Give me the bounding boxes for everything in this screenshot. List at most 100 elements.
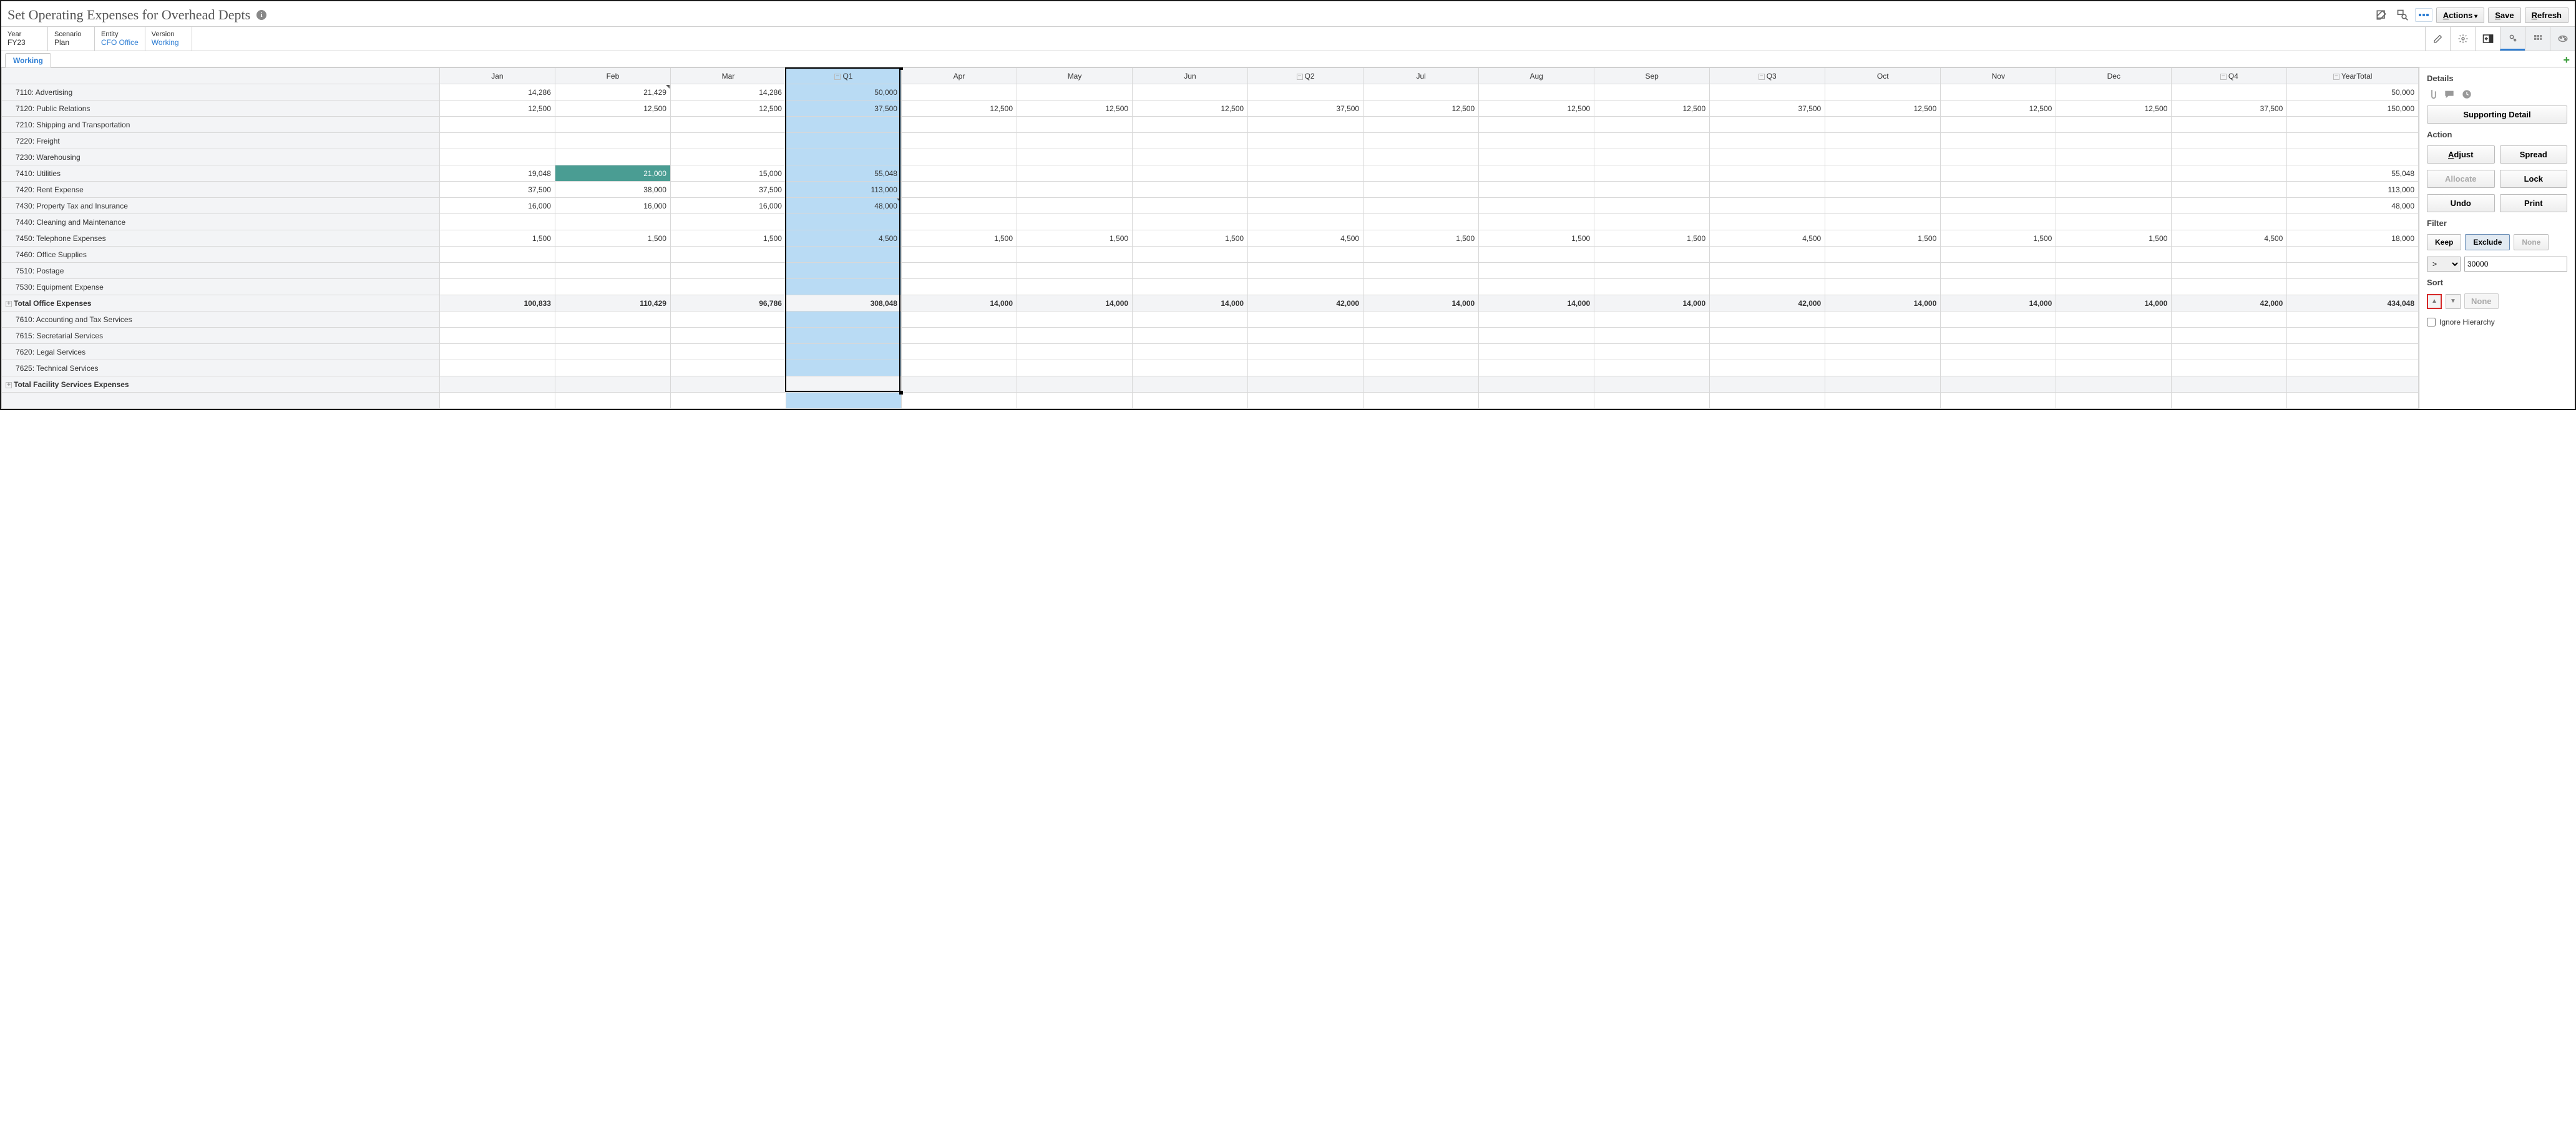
- grid-cell[interactable]: [1594, 263, 1710, 279]
- grid-cell[interactable]: [1594, 344, 1710, 360]
- grid-cell[interactable]: [2287, 311, 2419, 328]
- grid-cell[interactable]: [1710, 393, 1825, 409]
- grid-cell[interactable]: [1710, 311, 1825, 328]
- row-header[interactable]: 7510: Postage: [2, 263, 440, 279]
- grid-cell[interactable]: [1825, 360, 1941, 376]
- grid-cell[interactable]: [1825, 133, 1941, 149]
- grid-cell[interactable]: [1941, 279, 2056, 295]
- grid-cell[interactable]: [786, 344, 901, 360]
- grid-cell[interactable]: [2172, 84, 2287, 101]
- grid-cell[interactable]: 12,500: [1479, 101, 1594, 117]
- grid-cell[interactable]: 434,048: [2287, 295, 2419, 311]
- row-header[interactable]: 7420: Rent Expense: [2, 182, 440, 198]
- grid-cell[interactable]: 12,500: [1133, 101, 1248, 117]
- row-header[interactable]: 7110: Advertising: [2, 84, 440, 101]
- row-header[interactable]: 7530: Equipment Expense: [2, 279, 440, 295]
- grid-cell[interactable]: 55,048: [786, 165, 901, 182]
- grid-cell[interactable]: [1133, 328, 1248, 344]
- grid-cell[interactable]: [670, 279, 786, 295]
- grid-cell[interactable]: [1133, 117, 1248, 133]
- grid-cell[interactable]: [901, 198, 1017, 214]
- grid-cell[interactable]: [1133, 344, 1248, 360]
- grid-cell[interactable]: [439, 117, 555, 133]
- grid-cell[interactable]: [2172, 165, 2287, 182]
- grid-cell[interactable]: [1479, 328, 1594, 344]
- grid-cell[interactable]: [1710, 214, 1825, 230]
- row-header[interactable]: +Total Office Expenses: [2, 295, 440, 311]
- grid-cell[interactable]: [1941, 344, 2056, 360]
- grid-cell[interactable]: 16,000: [670, 198, 786, 214]
- grid-cell[interactable]: [2172, 311, 2287, 328]
- grid-cell[interactable]: [1364, 214, 1479, 230]
- grid-cell[interactable]: [2056, 263, 2172, 279]
- grid-cell[interactable]: 14,000: [901, 295, 1017, 311]
- grid-cell[interactable]: 14,000: [1594, 295, 1710, 311]
- grid-cell[interactable]: [786, 117, 901, 133]
- edit-icon[interactable]: [2373, 6, 2390, 24]
- sort-asc-button[interactable]: ▲: [2427, 294, 2442, 309]
- grid-cell[interactable]: [1133, 247, 1248, 263]
- grid-cell[interactable]: [1479, 84, 1594, 101]
- grid-cell[interactable]: [1364, 393, 1479, 409]
- grid-cell[interactable]: 37,500: [1248, 101, 1364, 117]
- grid-cell[interactable]: [1133, 165, 1248, 182]
- grid-cell[interactable]: 21,429: [555, 84, 670, 101]
- info-icon[interactable]: i: [256, 10, 266, 20]
- ignore-hierarchy-checkbox[interactable]: [2427, 318, 2436, 326]
- grid-cell[interactable]: 16,000: [555, 198, 670, 214]
- grid-cell[interactable]: [439, 344, 555, 360]
- grid-cell[interactable]: [1479, 214, 1594, 230]
- grid-cell[interactable]: 14,000: [1017, 295, 1133, 311]
- more-icon[interactable]: [2415, 8, 2432, 22]
- pov-version-value[interactable]: Working: [152, 38, 185, 47]
- grid-cell[interactable]: [670, 376, 786, 393]
- grid-cell[interactable]: [1710, 165, 1825, 182]
- grid-cell[interactable]: [1479, 344, 1594, 360]
- grid-cell[interactable]: 1,500: [1364, 230, 1479, 247]
- grid-cell[interactable]: [670, 247, 786, 263]
- grid-cell[interactable]: [2056, 84, 2172, 101]
- grid-cell[interactable]: [901, 393, 1017, 409]
- grid-cell[interactable]: 38,000: [555, 182, 670, 198]
- col-header-q4[interactable]: −Q4: [2172, 68, 2287, 84]
- grid-cell[interactable]: [670, 344, 786, 360]
- grid-cell[interactable]: [901, 328, 1017, 344]
- grid-cell[interactable]: [670, 263, 786, 279]
- grid-cell[interactable]: [555, 328, 670, 344]
- grid-cell[interactable]: [1594, 214, 1710, 230]
- grid-cell[interactable]: 14,000: [2056, 295, 2172, 311]
- grid-cell[interactable]: [1017, 117, 1133, 133]
- grid-cell[interactable]: [1017, 344, 1133, 360]
- grid-cell[interactable]: [1017, 360, 1133, 376]
- grid-cell[interactable]: 1,500: [555, 230, 670, 247]
- grid-cell[interactable]: 18,000: [2287, 230, 2419, 247]
- grid-cell[interactable]: [1017, 279, 1133, 295]
- grid-cell[interactable]: 110,429: [555, 295, 670, 311]
- grid-cell[interactable]: 1,500: [1017, 230, 1133, 247]
- col-header-q2[interactable]: −Q2: [1248, 68, 1364, 84]
- grid-cell[interactable]: [2172, 376, 2287, 393]
- grid-cell[interactable]: [901, 214, 1017, 230]
- grid-cell[interactable]: 150,000: [2287, 101, 2419, 117]
- grid-cell[interactable]: [901, 360, 1017, 376]
- grid-cell[interactable]: [1825, 328, 1941, 344]
- grid-cell[interactable]: [670, 311, 786, 328]
- grid-cell[interactable]: [2172, 393, 2287, 409]
- grid-cell[interactable]: 15,000: [670, 165, 786, 182]
- grid-cell[interactable]: 1,500: [901, 230, 1017, 247]
- grid-cell[interactable]: [439, 263, 555, 279]
- lock-button[interactable]: Lock: [2500, 170, 2568, 188]
- grid-cell[interactable]: [2056, 182, 2172, 198]
- undo-button[interactable]: Undo: [2427, 194, 2495, 212]
- row-header[interactable]: +Total Facility Services Expenses: [2, 376, 440, 393]
- selection-handle[interactable]: [899, 67, 903, 70]
- grid-cell[interactable]: 12,500: [1594, 101, 1710, 117]
- grid-cell[interactable]: [2287, 117, 2419, 133]
- grid-cell[interactable]: [1941, 328, 2056, 344]
- grid-cell[interactable]: [1594, 279, 1710, 295]
- refresh-button[interactable]: Refresh: [2525, 7, 2569, 23]
- grid-cell[interactable]: [1594, 311, 1710, 328]
- add-tab-icon[interactable]: +: [2563, 54, 2571, 67]
- grid-cell[interactable]: [1133, 149, 1248, 165]
- row-header[interactable]: 7440: Cleaning and Maintenance: [2, 214, 440, 230]
